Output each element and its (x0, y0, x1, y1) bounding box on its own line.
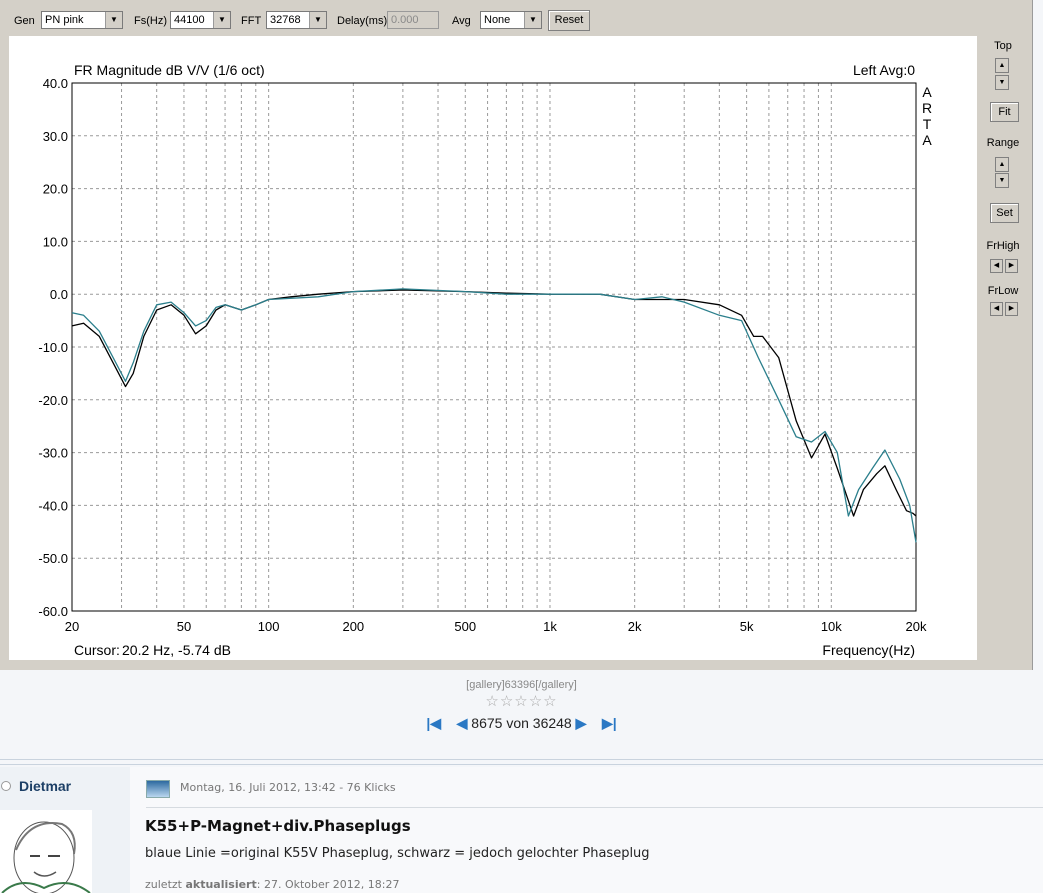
post-body: blaue Linie =original K55V Phaseplug, sc… (145, 846, 650, 861)
brand-letter: A (922, 84, 932, 100)
y-tick-label: 30.0 (43, 129, 68, 144)
y-tick-label: 40.0 (43, 76, 68, 91)
x-tick-label: 2k (628, 619, 642, 634)
frlow-left-button[interactable]: ◀ (990, 302, 1003, 316)
set-button[interactable]: Set (990, 203, 1019, 223)
reset-button[interactable]: Reset (548, 10, 590, 31)
toolbar: Gen PN pink ▼ Fs(Hz) 44100 ▼ FFT 32768 ▼… (0, 0, 1031, 36)
first-image-icon[interactable]: |◀ (426, 715, 441, 731)
rating-stars[interactable]: ☆☆☆☆☆ (0, 692, 1043, 710)
top-up-button[interactable]: ▲ (995, 58, 1009, 73)
frequency-response-chart[interactable]: 40.0 30.0 20.0 10.0 0.0 -10.0 -20.0 -30.0 -40.0 -… (9, 36, 977, 660)
delay-label: Delay(ms) (337, 15, 388, 27)
arta-window: Gen PN pink ▼ Fs(Hz) 44100 ▼ FFT 32768 ▼… (0, 0, 1033, 670)
delay-input[interactable]: 0.000 (387, 11, 439, 29)
x-axis-label: Frequency(Hz) (822, 642, 915, 658)
chart-title: FR Magnitude dB V/V (1/6 oct) (74, 62, 265, 78)
brand-letter: R (922, 100, 932, 116)
frlow-label: FrLow (987, 285, 1019, 297)
updated-date: : 27. Oktober 2012, 18:27 (256, 878, 400, 891)
y-tick-label: -10.0 (38, 340, 68, 355)
plot-panel: 40.0 30.0 20.0 10.0 0.0 -10.0 -20.0 -30.0 -40.0 -… (9, 36, 977, 660)
y-tick-label: -50.0 (38, 551, 68, 566)
fs-select[interactable]: 44100 ▼ (170, 11, 231, 29)
frlow-right-button[interactable]: ▶ (1005, 302, 1018, 316)
divider (0, 764, 1043, 765)
y-tick-label: -60.0 (38, 604, 68, 619)
star-icon[interactable]: ☆ (529, 693, 543, 710)
x-tick-label: 200 (342, 619, 364, 634)
y-tick-label: 10.0 (43, 234, 68, 249)
x-tick-label: 50 (177, 619, 191, 634)
range-label: Range (986, 137, 1020, 149)
frhigh-left-button[interactable]: ◀ (990, 259, 1003, 273)
range-up-button[interactable]: ▲ (995, 157, 1009, 172)
previous-image-icon[interactable]: ◀ (457, 715, 468, 731)
avg-select-value: None (484, 14, 511, 26)
chevron-down-icon: ▼ (105, 12, 122, 28)
top-down-button[interactable]: ▼ (995, 75, 1009, 90)
image-counter: 8675 von 36248 (471, 715, 572, 731)
username-link[interactable]: Dietmar (19, 778, 71, 794)
star-icon[interactable]: ☆ (514, 693, 528, 710)
x-tick-label: 500 (454, 619, 476, 634)
divider (146, 807, 1043, 808)
post-date: Montag, 16. Juli 2012, 13:42 - 76 Klicks (180, 781, 396, 794)
fit-button[interactable]: Fit (990, 102, 1019, 122)
updated-bold: aktualisiert (185, 878, 257, 891)
gallery-navigation: |◀ ◀ 8675 von 36248 ▶ ▶| (0, 715, 1043, 732)
top-label: Top (994, 40, 1012, 52)
divider (0, 759, 1043, 760)
cursor-label: Cursor: (74, 642, 120, 658)
x-tick-label: 100 (258, 619, 280, 634)
star-icon[interactable]: ☆ (485, 693, 499, 710)
next-image-icon[interactable]: ▶ (576, 715, 587, 731)
chevron-down-icon: ▼ (309, 12, 326, 28)
post-title: K55+P-Magnet+div.Phaseplugs (145, 817, 411, 835)
x-tick-label: 5k (740, 619, 754, 634)
fft-select-value: 32768 (270, 14, 301, 26)
last-image-icon[interactable]: ▶| (602, 715, 617, 731)
updated-prefix: zuletzt (145, 878, 182, 891)
gallery-bbcode: [gallery]63396[/gallery] (466, 679, 577, 691)
user-avatar[interactable] (0, 810, 92, 893)
fs-label: Fs(Hz) (134, 15, 167, 27)
brand-letter: A (922, 132, 932, 148)
x-tick-label: 10k (821, 619, 842, 634)
frhigh-right-button[interactable]: ▶ (1005, 259, 1018, 273)
y-tick-label: 20.0 (43, 182, 68, 197)
fs-select-value: 44100 (174, 14, 205, 26)
x-tick-label: 20 (65, 619, 79, 634)
post-image-icon[interactable] (146, 780, 170, 798)
fft-label: FFT (241, 15, 262, 27)
offline-status-icon (1, 781, 11, 791)
user-column: Dietmar (0, 767, 130, 893)
x-tick-label: 1k (543, 619, 557, 634)
y-tick-label: -40.0 (38, 498, 68, 513)
series-line-2 (71, 288, 917, 543)
cursor-readout: 20.2 Hz, -5.74 dB (122, 642, 231, 658)
star-icon[interactable]: ☆ (543, 693, 557, 710)
post-content: Montag, 16. Juli 2012, 13:42 - 76 Klicks… (130, 767, 1043, 893)
avg-select[interactable]: None ▼ (480, 11, 542, 29)
fft-select[interactable]: 32768 ▼ (266, 11, 327, 29)
gen-select[interactable]: PN pink ▼ (41, 11, 123, 29)
gen-select-value: PN pink (45, 14, 84, 26)
side-panel: Top ▲ ▼ Fit Range ▲ ▼ Set FrHigh ◀ ▶ FrL… (981, 36, 1025, 660)
chevron-down-icon: ▼ (213, 12, 230, 28)
gen-label: Gen (14, 15, 35, 27)
chevron-down-icon: ▼ (524, 12, 541, 28)
frhigh-label: FrHigh (986, 240, 1020, 252)
channel-avg-label: Left Avg:0 (853, 62, 915, 78)
y-tick-label: -20.0 (38, 393, 68, 408)
y-tick-label: 0.0 (50, 287, 68, 302)
x-tick-label: 20k (906, 619, 927, 634)
range-down-button[interactable]: ▼ (995, 173, 1009, 188)
avg-label: Avg (452, 15, 471, 27)
brand-letter: T (923, 116, 932, 132)
star-icon[interactable]: ☆ (500, 693, 514, 710)
y-tick-label: -30.0 (38, 446, 68, 461)
post-updated: zuletzt aktualisiert: 27. Oktober 2012, … (145, 878, 399, 891)
